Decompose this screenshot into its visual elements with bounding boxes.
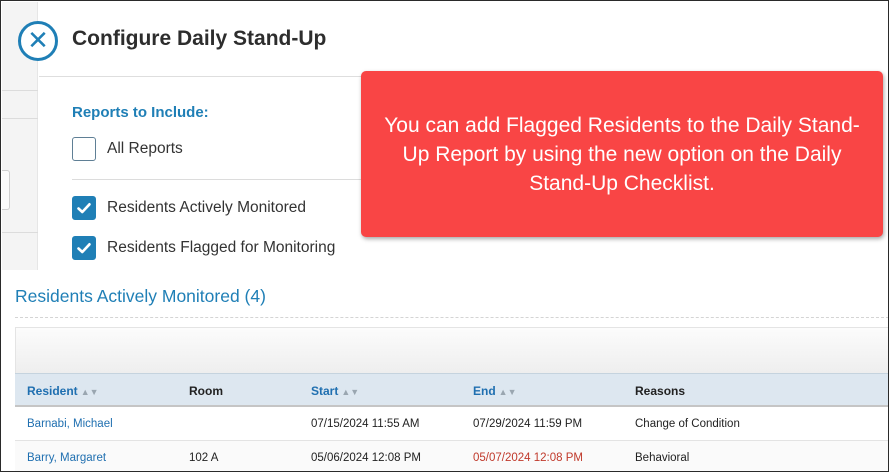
close-icon[interactable]: ✕ (18, 21, 58, 61)
column-header-reasons: Reasons (635, 384, 686, 398)
reasons-cell: Behavioral (635, 452, 690, 464)
option-label: Residents Flagged for Monitoring (107, 239, 336, 256)
checkbox-all-reports[interactable] (72, 137, 96, 161)
screenshot-frame: ✕ Configure Daily Stand-Up Reports to In… (0, 0, 889, 472)
checkbox-flagged-for-monitoring[interactable] (72, 236, 96, 260)
checkmark-icon (77, 243, 91, 254)
end-cell: 07/29/2024 11:59 PM (473, 418, 583, 430)
section-divider (15, 317, 888, 318)
reports-section-heading: Reports to Include: (72, 104, 209, 121)
column-header-start[interactable]: Start ▲▼ (311, 384, 359, 398)
column-header-end[interactable]: End ▲▼ (473, 384, 517, 398)
end-cell-overdue: 05/07/2024 12:08 PM (473, 452, 583, 464)
room-cell: 102 A (189, 452, 219, 464)
option-flagged-for-monitoring[interactable]: Residents Flagged for Monitoring (72, 236, 335, 260)
callout-text: You can add Flagged Residents to the Dai… (384, 113, 860, 195)
start-cell: 07/15/2024 11:55 AM (311, 418, 420, 430)
resident-name-link[interactable]: Barry, Margaret (27, 452, 106, 464)
modal-title: Configure Daily Stand-Up (72, 27, 327, 50)
sort-icon: ▲▼ (80, 387, 99, 397)
option-actively-monitored[interactable]: Residents Actively Monitored (72, 196, 306, 220)
resident-name-link[interactable]: Barnabi, Michael (27, 418, 113, 430)
option-label: Residents Actively Monitored (107, 199, 307, 216)
title-divider (39, 76, 379, 77)
sort-icon: ▲▼ (498, 387, 517, 397)
start-cell: 05/06/2024 12:08 PM (311, 452, 421, 464)
callout-annotation: You can add Flagged Residents to the Dai… (361, 71, 883, 237)
sort-icon: ▲▼ (341, 387, 360, 397)
reasons-cell: Change of Condition (635, 418, 740, 430)
table-header: Resident ▲▼ Room Start ▲▼ End ▲▼ Reasons (15, 373, 888, 407)
option-all-reports[interactable]: All Reports (72, 137, 183, 161)
options-divider (72, 179, 372, 180)
table-row[interactable]: Barnabi, Michael 07/15/2024 11:55 AM 07/… (15, 407, 888, 441)
checkmark-icon (77, 203, 91, 214)
residents-table: Resident ▲▼ Room Start ▲▼ End ▲▼ Reasons Ba… (15, 373, 888, 471)
residents-list-title: Residents Actively Monitored (4) (15, 286, 266, 306)
column-header-resident[interactable]: Resident ▲▼ (27, 384, 99, 398)
option-label: All Reports (107, 140, 183, 157)
table-row[interactable]: Barry, Margaret 102 A 05/06/2024 12:08 P… (15, 441, 888, 471)
checkbox-actively-monitored[interactable] (72, 196, 96, 220)
table-toolbar (15, 327, 888, 373)
configure-stand-up-modal: ✕ Configure Daily Stand-Up Reports to In… (2, 2, 422, 270)
column-header-room: Room (189, 384, 223, 398)
